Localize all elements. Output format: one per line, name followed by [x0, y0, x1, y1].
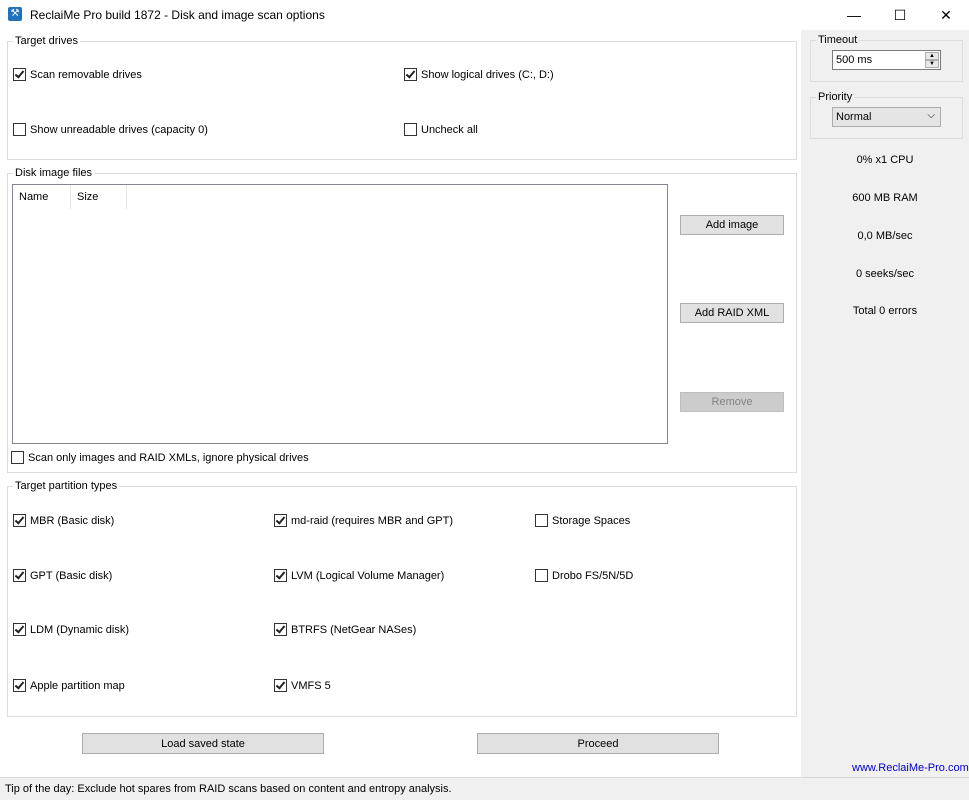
ram-stat: 600 MB RAM: [852, 192, 918, 204]
priority-dropdown[interactable]: Normal ⌵: [832, 107, 941, 127]
checkbox-box[interactable]: [274, 679, 287, 692]
cpu-stat: 0% x1 CPU: [856, 154, 914, 166]
storage-spaces-checkbox[interactable]: Storage Spaces: [535, 514, 630, 527]
checkbox-box[interactable]: [274, 514, 287, 527]
checkbox-label: Show logical drives (C:, D:): [421, 68, 554, 81]
load-saved-state-button[interactable]: Load saved state: [82, 733, 324, 754]
checkbox-label: Storage Spaces: [552, 514, 631, 527]
column-header-size[interactable]: Size: [71, 185, 127, 209]
checkbox-box[interactable]: [274, 569, 287, 582]
checkbox-box[interactable]: [13, 514, 26, 527]
checkbox-box[interactable]: [13, 679, 26, 692]
checkbox-box[interactable]: [404, 68, 417, 81]
checkbox-box[interactable]: [13, 569, 26, 582]
checkbox-label: VMFS 5: [291, 679, 331, 692]
priority-label: Priority: [816, 91, 855, 103]
target-drives-label: Target drives: [13, 35, 80, 47]
gpt-checkbox[interactable]: GPT (Basic disk): [13, 569, 112, 582]
throughput-stat: 0,0 MB/sec: [857, 230, 913, 242]
errors-stat: Total 0 errors: [852, 305, 918, 317]
target-drives-group: [7, 41, 797, 160]
seeks-stat: 0 seeks/sec: [855, 268, 915, 280]
add-image-button[interactable]: Add image: [680, 215, 784, 235]
spin-up-icon[interactable]: ▲: [925, 52, 939, 60]
show-unreadable-checkbox[interactable]: Show unreadable drives (capacity 0): [13, 123, 208, 136]
ldm-checkbox[interactable]: LDM (Dynamic disk): [13, 623, 129, 636]
checkbox-box[interactable]: [535, 514, 548, 527]
checkbox-label: MBR (Basic disk): [30, 514, 115, 527]
checkbox-label: LDM (Dynamic disk): [30, 623, 130, 636]
partition-types-label: Target partition types: [13, 480, 120, 492]
maximize-button[interactable]: ☐: [877, 0, 923, 30]
chevron-down-icon[interactable]: ⌵: [927, 110, 935, 121]
vmfs-checkbox[interactable]: VMFS 5: [274, 679, 331, 692]
mbr-checkbox[interactable]: MBR (Basic disk): [13, 514, 114, 527]
checkbox-label: Scan only images and RAID XMLs, ignore p…: [28, 451, 309, 464]
checkbox-box[interactable]: [535, 569, 548, 582]
tip-of-the-day: Tip of the day: Exclude hot spares from …: [5, 783, 452, 795]
checkbox-label: Apple partition map: [30, 679, 125, 692]
checkbox-label: LVM (Logical Volume Manager): [291, 569, 445, 582]
md-raid-checkbox[interactable]: md-raid (requires MBR and GPT): [274, 514, 453, 527]
show-logical-checkbox[interactable]: Show logical drives (C:, D:): [404, 68, 554, 81]
checkbox-box[interactable]: [13, 623, 26, 636]
close-button[interactable]: ✕: [923, 0, 969, 30]
checkbox-label: Drobo FS/5N/5D: [552, 569, 634, 582]
title-bar: ⚒ ReclaiMe Pro build 1872 - Disk and ima…: [0, 0, 969, 30]
checkbox-box[interactable]: [13, 68, 26, 81]
priority-value[interactable]: Normal: [836, 111, 871, 123]
checkbox-label: md-raid (requires MBR and GPT): [291, 514, 453, 527]
timeout-spinbox[interactable]: 500 ms ▲ ▼: [832, 50, 941, 70]
status-bar: Tip of the day: Exclude hot spares from …: [0, 777, 969, 800]
timeout-label: Timeout: [816, 34, 860, 46]
side-panel: Timeout 500 ms ▲ ▼ Priority Normal ⌵ 0% …: [801, 30, 969, 777]
disk-image-files-label: Disk image files: [13, 167, 95, 179]
checkbox-label: GPT (Basic disk): [30, 569, 113, 582]
checkbox-box[interactable]: [13, 123, 26, 136]
app-logo-icon: ⚒: [8, 7, 22, 21]
checkbox-label: Uncheck all: [421, 123, 478, 136]
minimize-button[interactable]: —: [831, 0, 877, 30]
scan-removable-checkbox[interactable]: Scan removable drives: [13, 68, 142, 81]
checkbox-label: Scan removable drives: [30, 68, 142, 81]
timeout-value[interactable]: 500 ms: [836, 54, 872, 66]
remove-button[interactable]: Remove: [680, 392, 784, 412]
proceed-button[interactable]: Proceed: [477, 733, 719, 754]
column-header-name[interactable]: Name: [13, 185, 71, 209]
add-raid-xml-button[interactable]: Add RAID XML: [680, 303, 784, 323]
btrfs-checkbox[interactable]: BTRFS (NetGear NASes): [274, 623, 416, 636]
checkbox-box[interactable]: [274, 623, 287, 636]
spin-down-icon[interactable]: ▼: [925, 60, 939, 68]
window-title: ReclaiMe Pro build 1872 - Disk and image…: [30, 8, 325, 22]
checkbox-label: Show unreadable drives (capacity 0): [30, 123, 208, 136]
apple-partition-map-checkbox[interactable]: Apple partition map: [13, 679, 125, 692]
website-link[interactable]: www.ReclaiMe-Pro.com: [852, 762, 969, 774]
lvm-checkbox[interactable]: LVM (Logical Volume Manager): [274, 569, 444, 582]
scan-only-images-checkbox[interactable]: Scan only images and RAID XMLs, ignore p…: [11, 451, 309, 464]
checkbox-box[interactable]: [404, 123, 417, 136]
uncheck-all-checkbox[interactable]: Uncheck all: [404, 123, 478, 136]
drobo-checkbox[interactable]: Drobo FS/5N/5D: [535, 569, 633, 582]
image-file-list[interactable]: Name Size: [12, 184, 668, 444]
checkbox-label: BTRFS (NetGear NASes): [291, 623, 417, 636]
checkbox-box[interactable]: [11, 451, 24, 464]
